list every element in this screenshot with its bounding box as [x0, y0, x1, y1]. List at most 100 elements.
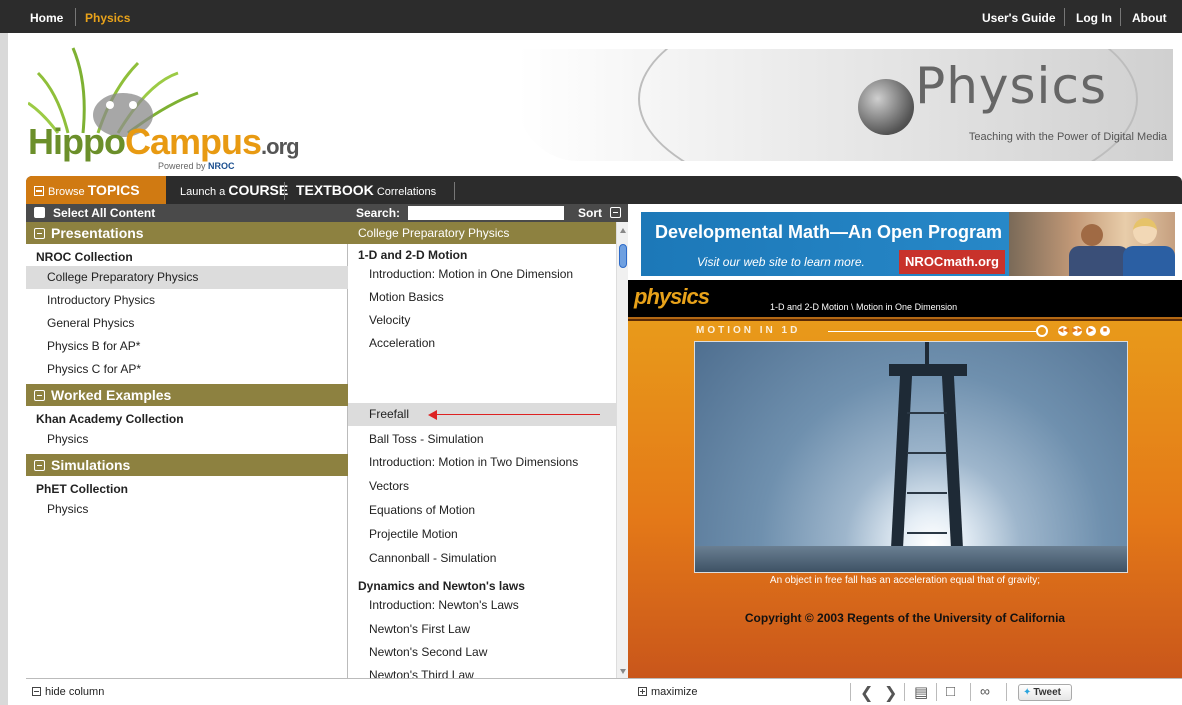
sort-toggle-icon[interactable] [610, 207, 621, 218]
maximize-button[interactable]: maximize [638, 686, 697, 698]
fast-forward-icon[interactable]: ▶▶ [1072, 326, 1083, 336]
lesson-item[interactable]: Ball Toss - Simulation [348, 428, 616, 451]
powered-brand: NROC [208, 161, 235, 171]
subject-item-introductory-physics[interactable]: Introductory Physics [26, 289, 348, 312]
powered-by: Powered by NROC [158, 161, 235, 171]
nrocmath-button[interactable]: NROCmath.org [899, 250, 1005, 274]
scroll-down-icon[interactable] [620, 669, 626, 674]
rewind-icon[interactable]: ◀◀ [1058, 326, 1069, 336]
subject-item-general-physics[interactable]: General Physics [26, 312, 348, 335]
lesson-item[interactable]: Cannonball - Simulation [348, 547, 616, 570]
section-simulations[interactable]: Simulations [26, 454, 348, 476]
nav-home-link[interactable]: Home [20, 0, 73, 33]
lessons-scrollbar[interactable] [616, 222, 628, 678]
lesson-item[interactable]: Acceleration [348, 332, 616, 355]
footer-separator [936, 683, 937, 701]
twitter-bird-icon: ✦ [1023, 687, 1032, 698]
search-input[interactable] [408, 206, 564, 220]
video-frame[interactable] [694, 341, 1128, 573]
player-caption: An object in free fall has an accelerati… [769, 575, 1041, 586]
tab-label: TEXTBOOK [296, 182, 374, 198]
player-timeline[interactable] [828, 331, 1038, 332]
lesson-item[interactable]: Introduction: Motion in One Dimension [348, 263, 616, 286]
section-worked-examples[interactable]: Worked Examples [26, 384, 348, 406]
tab-bar: Browse TOPICS Launch a COURSE TEXTBOOK C… [26, 176, 1182, 204]
timeline-knob[interactable] [1036, 325, 1048, 337]
site-header: HippoCampus.org Powered by NROC Physics … [8, 33, 1182, 176]
next-icon[interactable]: ❯ [884, 683, 897, 703]
select-all-checkbox[interactable] [34, 207, 45, 218]
subject-item-khan-physics[interactable]: Physics [26, 428, 348, 451]
section-presentations[interactable]: Presentations [26, 222, 348, 244]
lesson-item[interactable]: Vectors [348, 475, 616, 498]
ad-subtitle: Visit our web site to learn more. [697, 255, 865, 269]
lesson-item[interactable]: Equations of Motion [348, 499, 616, 522]
player-logo: physics [634, 284, 710, 309]
lesson-item[interactable]: Velocity [348, 309, 616, 332]
pointer-arrow [436, 414, 600, 415]
section-title: Presentations [51, 225, 144, 241]
drop-tower-image [885, 342, 971, 572]
lesson-item[interactable]: Introduction: Motion in Two Dimensions [348, 451, 616, 474]
tab-launch-course[interactable]: Launch a COURSE [172, 176, 296, 204]
tower-brace [907, 492, 947, 494]
section-title: Worked Examples [51, 387, 172, 403]
hide-column-button[interactable]: hide column [32, 686, 104, 698]
lesson-item[interactable]: Newton's Second Law [348, 641, 616, 664]
tab-suffix: Correlations [373, 186, 437, 198]
prev-icon[interactable]: ❮ [860, 683, 873, 703]
notes-icon[interactable]: ▤ [914, 683, 928, 701]
ad-title: Developmental Math—An Open Program [655, 222, 1003, 242]
nav-login-link[interactable]: Log In [1066, 0, 1122, 33]
stop-icon[interactable]: ■ [1100, 326, 1110, 336]
collection-heading: Khan Academy Collection [36, 412, 184, 426]
player-breadcrumb: 1-D and 2-D Motion \ Motion in One Dimen… [770, 302, 958, 312]
sort-label[interactable]: Sort [578, 204, 602, 222]
subject-item-college-preparatory-physics[interactable]: College Preparatory Physics [26, 266, 348, 289]
tower-leg [941, 370, 965, 572]
tab-textbook-correlations[interactable]: TEXTBOOK Correlations [288, 176, 444, 204]
tab-browse-topics[interactable]: Browse TOPICS [26, 176, 166, 204]
maximize-label: maximize [651, 686, 698, 698]
scroll-up-icon[interactable] [620, 228, 626, 233]
link-icon[interactable]: ∞ [980, 683, 990, 699]
logo-word-hippo: Hippo [28, 121, 126, 162]
select-all-content[interactable]: Select All Content [26, 204, 348, 222]
scroll-thumb[interactable] [619, 244, 627, 268]
subject-item-physics-b-ap[interactable]: Physics B for AP* [26, 335, 348, 358]
ground [695, 546, 1127, 572]
tower-brace [907, 452, 947, 454]
tab-separator [284, 182, 285, 200]
nav-about-link[interactable]: About ... [1122, 0, 1182, 61]
lesson-item[interactable]: Introduction: Newton's Laws [348, 594, 616, 617]
tab-label: TOPICS [87, 182, 140, 198]
logo-word-campus: Campus [124, 121, 262, 162]
tweet-button[interactable]: ✦ Tweet [1018, 684, 1072, 701]
top-nav: Home Physics User's Guide Log In About .… [0, 0, 1182, 61]
nav-physics-link[interactable]: Physics [75, 0, 140, 33]
subject-item-physics-c-ap[interactable]: Physics C for AP* [26, 358, 348, 381]
collapse-icon [34, 228, 45, 239]
collapse-icon [32, 687, 41, 696]
media-player[interactable]: MOTION IN 1D ◀◀ ▶▶ ▶ ■ An object in free… [628, 319, 1182, 678]
nav-users-guide-link[interactable]: User's Guide [972, 0, 1066, 33]
student-figure [1081, 224, 1103, 246]
site-logo[interactable]: HippoCampus.org [28, 121, 300, 163]
tweet-label: Tweet [1033, 687, 1061, 698]
play-icon[interactable]: ▶ [1086, 326, 1096, 336]
subject-item-phet-physics[interactable]: Physics [26, 498, 348, 521]
lesson-item[interactable]: Motion Basics [348, 286, 616, 309]
nav-separator [1120, 8, 1121, 26]
tower-brace [907, 412, 947, 414]
powered-prefix: Powered by [158, 161, 209, 171]
collapse-icon [34, 390, 45, 401]
collapse-icon [34, 186, 44, 196]
lesson-group-heading: 1-D and 2-D Motion [358, 248, 468, 262]
lesson-item[interactable]: Newton's First Law [348, 618, 616, 641]
footer-separator [850, 683, 851, 701]
comment-icon[interactable]: □ [946, 683, 955, 700]
nrocmath-ad-banner[interactable]: Developmental Math—An Open Program Visit… [641, 212, 1175, 276]
lesson-item[interactable]: Projectile Motion [348, 523, 616, 546]
student-figure [1069, 246, 1129, 276]
expand-icon [638, 687, 647, 696]
